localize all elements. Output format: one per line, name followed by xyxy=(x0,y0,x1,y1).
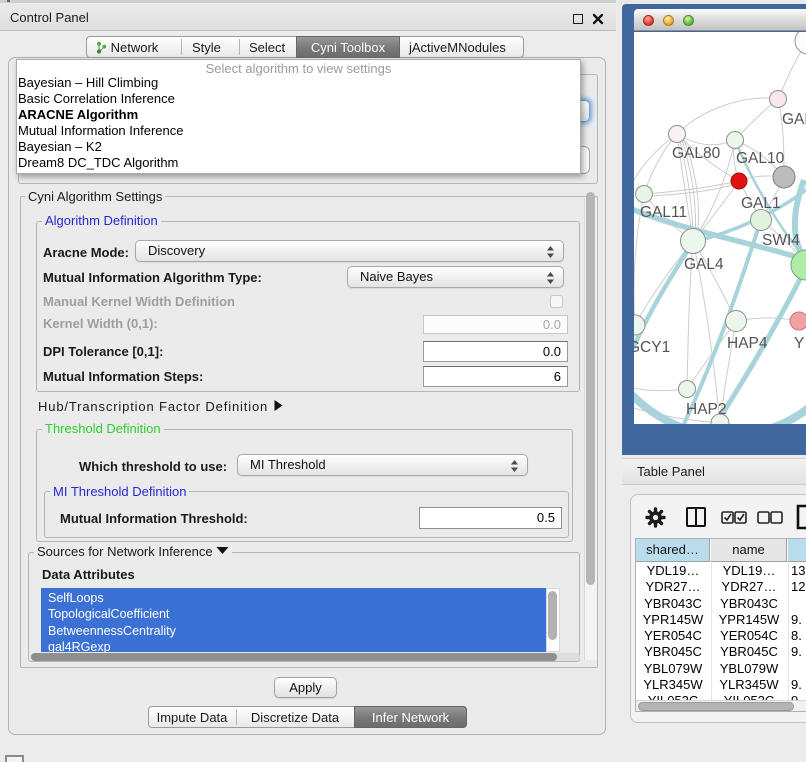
svg-text:SWI4: SWI4 xyxy=(762,232,800,249)
svg-text:GAL4: GAL4 xyxy=(684,256,724,273)
svg-text:GAL10: GAL10 xyxy=(736,150,785,167)
svg-text:Y: Y xyxy=(794,335,804,352)
svg-text:GAL11: GAL11 xyxy=(640,204,687,221)
svg-text:GAL2: GAL2 xyxy=(782,111,806,128)
svg-text:HAP4: HAP4 xyxy=(727,335,768,352)
svg-text:GAL1: GAL1 xyxy=(741,195,781,212)
svg-text:HAP2: HAP2 xyxy=(686,401,727,418)
svg-text:GAL80: GAL80 xyxy=(672,145,721,162)
svg-text:GCY1: GCY1 xyxy=(634,339,670,356)
